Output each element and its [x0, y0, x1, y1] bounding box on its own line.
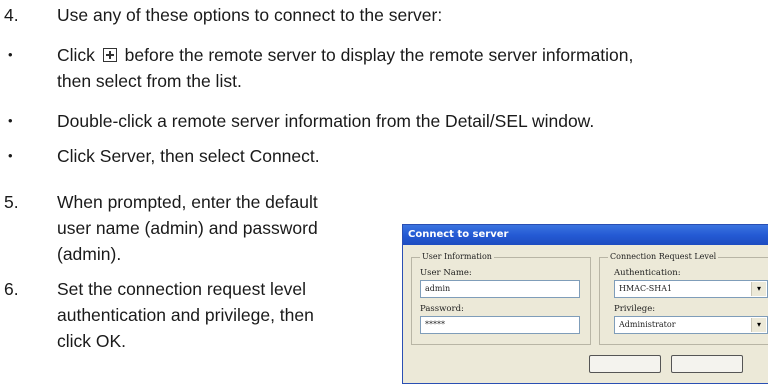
user-information-group: User Information User Name: admin Passwo…: [411, 252, 591, 345]
connection-request-group: Connection Request Level Authentication:…: [599, 252, 768, 345]
privilege-select[interactable]: Administrator ▾: [614, 316, 768, 334]
step-text-line: authentication and privilege, then: [57, 305, 314, 325]
dropdown-arrow-icon[interactable]: ▾: [751, 282, 766, 296]
bullet-text: Click Server, then select Connect.: [57, 146, 320, 166]
step-text: Use any of these options to connect to t…: [57, 5, 443, 25]
bullet-text: Click before the remote server to displa…: [57, 45, 634, 65]
authentication-label: Authentication:: [614, 268, 681, 278]
ok-button[interactable]: [589, 355, 661, 373]
authentication-select[interactable]: HMAC-SHA1 ▾: [614, 280, 768, 298]
connect-dialog: Connect to server User Information User …: [402, 224, 768, 384]
step-text-line: click OK.: [57, 331, 127, 351]
dialog-title: Connect to server: [403, 225, 768, 245]
dropdown-arrow-icon[interactable]: ▾: [751, 318, 766, 332]
group-title: Connection Request Level: [608, 252, 719, 261]
user-name-field[interactable]: admin: [420, 280, 580, 298]
expand-plus-icon: [102, 48, 117, 62]
bullet-dot: •: [8, 113, 13, 128]
password-label: Password:: [420, 304, 464, 314]
bullet-dot: •: [8, 148, 13, 163]
privilege-label: Privilege:: [614, 304, 656, 314]
step-number: 6.: [4, 279, 19, 299]
group-title: User Information: [420, 252, 494, 261]
password-field[interactable]: *****: [420, 316, 580, 334]
bullet-text: Double-click a remote server information…: [57, 111, 595, 131]
bullet-dot: •: [8, 47, 13, 62]
step-text-line: user name (admin) and password: [57, 218, 318, 238]
cancel-button[interactable]: [671, 355, 743, 373]
user-name-label: User Name:: [420, 268, 472, 278]
step-number: 4.: [4, 5, 19, 25]
step-text-line: (admin).: [57, 244, 122, 264]
step-number: 5.: [4, 192, 19, 212]
